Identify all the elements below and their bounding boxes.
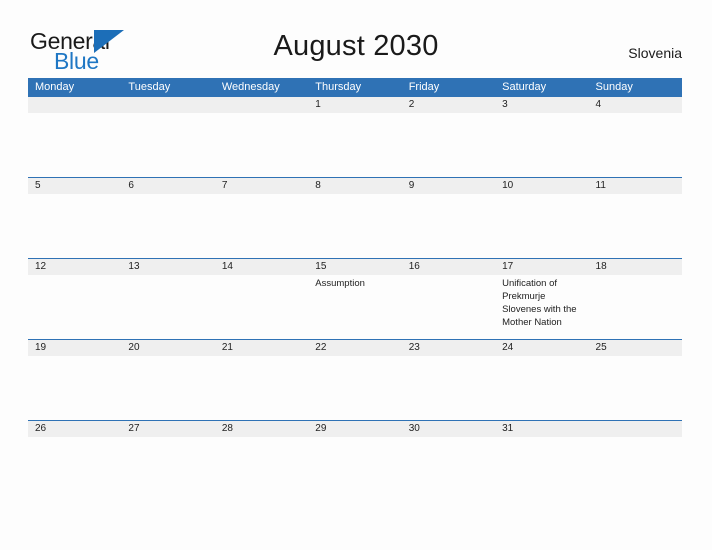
day-event[interactable] (121, 113, 214, 177)
calendar-week-row: 19 20 21 22 23 24 25 (28, 339, 682, 420)
day-number[interactable]: 28 (215, 421, 308, 437)
day-number[interactable] (121, 97, 214, 113)
day-number[interactable] (28, 97, 121, 113)
day-event[interactable] (495, 113, 588, 177)
day-event[interactable] (495, 194, 588, 258)
day-event-unification[interactable]: Unification of Prekmurje Slovenes with t… (495, 275, 588, 339)
day-number[interactable]: 16 (402, 259, 495, 275)
day-number[interactable]: 6 (121, 178, 214, 194)
calendar-grid: Monday Tuesday Wednesday Thursday Friday… (28, 78, 682, 437)
day-event[interactable] (215, 194, 308, 258)
day-number[interactable]: 17 (495, 259, 588, 275)
day-event[interactable] (402, 194, 495, 258)
calendar-week-row: 26 27 28 29 30 31 (28, 420, 682, 437)
day-event[interactable] (589, 194, 682, 258)
day-number[interactable]: 4 (589, 97, 682, 113)
day-number[interactable]: 3 (495, 97, 588, 113)
weekday-header-wednesday: Wednesday (221, 81, 280, 93)
day-event[interactable] (28, 113, 121, 177)
weekday-header-thursday: Thursday (315, 81, 362, 93)
weekday-header-monday: Monday (35, 81, 75, 93)
day-event[interactable] (402, 113, 495, 177)
week-date-strip: 19 20 21 22 23 24 25 (28, 339, 682, 356)
day-event[interactable] (495, 356, 588, 420)
day-number[interactable]: 26 (28, 421, 121, 437)
calendar-week-row: 5 6 7 8 9 10 11 (28, 177, 682, 258)
day-number[interactable]: 12 (28, 259, 121, 275)
day-event[interactable] (121, 356, 214, 420)
day-event[interactable] (402, 356, 495, 420)
day-event[interactable] (589, 275, 682, 339)
week-date-strip: 5 6 7 8 9 10 11 (28, 177, 682, 194)
weekday-header-friday: Friday (408, 81, 440, 93)
region-label: Slovenia (628, 45, 682, 61)
weekday-header-row: Monday Tuesday Wednesday Thursday Friday… (28, 78, 682, 96)
week-event-row (28, 194, 682, 258)
day-number[interactable]: 27 (121, 421, 214, 437)
day-number[interactable]: 20 (121, 340, 214, 356)
day-number[interactable]: 25 (589, 340, 682, 356)
day-number[interactable]: 1 (308, 97, 401, 113)
calendar-week-row: 12 13 14 15 16 17 18 Assumption Unificat… (28, 258, 682, 339)
day-number[interactable]: 23 (402, 340, 495, 356)
day-number[interactable]: 8 (308, 178, 401, 194)
page-title: August 2030 (273, 30, 439, 62)
day-event[interactable] (121, 275, 214, 339)
day-event[interactable] (121, 194, 214, 258)
day-number[interactable]: 7 (215, 178, 308, 194)
day-number[interactable]: 19 (28, 340, 121, 356)
day-event[interactable] (589, 113, 682, 177)
week-date-strip: 1 2 3 4 (28, 96, 682, 113)
day-number[interactable]: 5 (28, 178, 121, 194)
day-number[interactable] (589, 421, 682, 437)
day-event-assumption[interactable]: Assumption (308, 275, 401, 339)
day-event[interactable] (402, 275, 495, 339)
day-event[interactable] (589, 356, 682, 420)
day-number[interactable]: 14 (215, 259, 308, 275)
calendar-week-row: 1 2 3 4 (28, 96, 682, 177)
day-event[interactable] (215, 275, 308, 339)
week-event-row (28, 356, 682, 420)
day-event[interactable] (308, 356, 401, 420)
calendar-page: General Blue August 2030 Slovenia Monday… (0, 0, 712, 550)
day-number[interactable]: 15 (308, 259, 401, 275)
day-number[interactable]: 31 (495, 421, 588, 437)
week-event-row: Assumption Unification of Prekmurje Slov… (28, 275, 682, 339)
day-number[interactable]: 22 (308, 340, 401, 356)
day-number[interactable]: 30 (402, 421, 495, 437)
page-header: General Blue August 2030 Slovenia (0, 0, 712, 78)
day-number[interactable]: 21 (215, 340, 308, 356)
day-number[interactable]: 9 (402, 178, 495, 194)
day-number[interactable] (215, 97, 308, 113)
week-date-strip: 26 27 28 29 30 31 (28, 420, 682, 437)
day-event[interactable] (308, 113, 401, 177)
day-number[interactable]: 13 (121, 259, 214, 275)
weekday-header-tuesday: Tuesday (128, 81, 171, 93)
day-number[interactable]: 2 (402, 97, 495, 113)
week-event-row (28, 113, 682, 177)
week-date-strip: 12 13 14 15 16 17 18 (28, 258, 682, 275)
day-event[interactable] (215, 356, 308, 420)
day-number[interactable]: 11 (589, 178, 682, 194)
day-event[interactable] (28, 275, 121, 339)
day-event[interactable] (28, 194, 121, 258)
weekday-header-sunday: Sunday (595, 81, 633, 93)
day-number[interactable]: 10 (495, 178, 588, 194)
day-event[interactable] (215, 113, 308, 177)
day-number[interactable]: 24 (495, 340, 588, 356)
day-number[interactable]: 18 (589, 259, 682, 275)
day-event[interactable] (28, 356, 121, 420)
day-number[interactable]: 29 (308, 421, 401, 437)
weekday-header-saturday: Saturday (502, 81, 547, 93)
day-event[interactable] (308, 194, 401, 258)
